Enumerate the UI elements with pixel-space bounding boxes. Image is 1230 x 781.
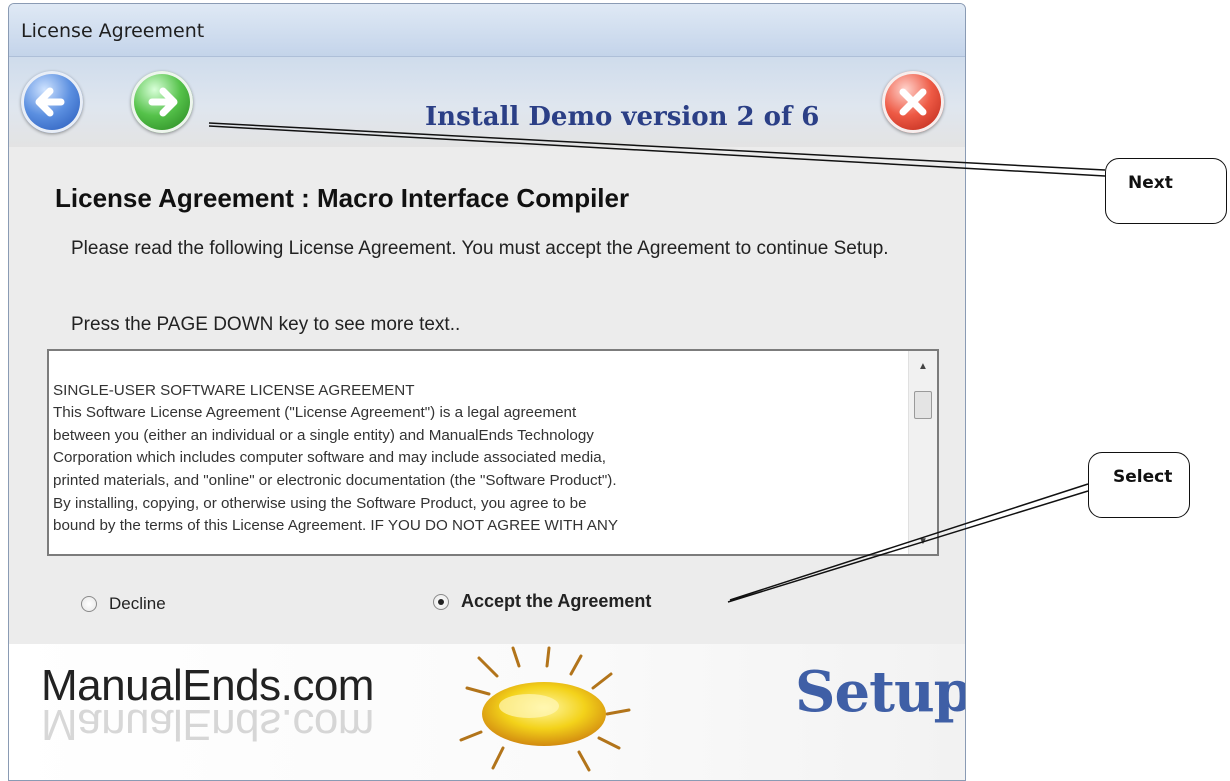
select-callout-label: Select [1113,467,1173,487]
next-callout-label: Next [1128,173,1173,193]
select-callout: Select [1088,452,1190,518]
callout-leader-lines [208,122,1106,603]
next-callout: Next [1105,158,1227,224]
